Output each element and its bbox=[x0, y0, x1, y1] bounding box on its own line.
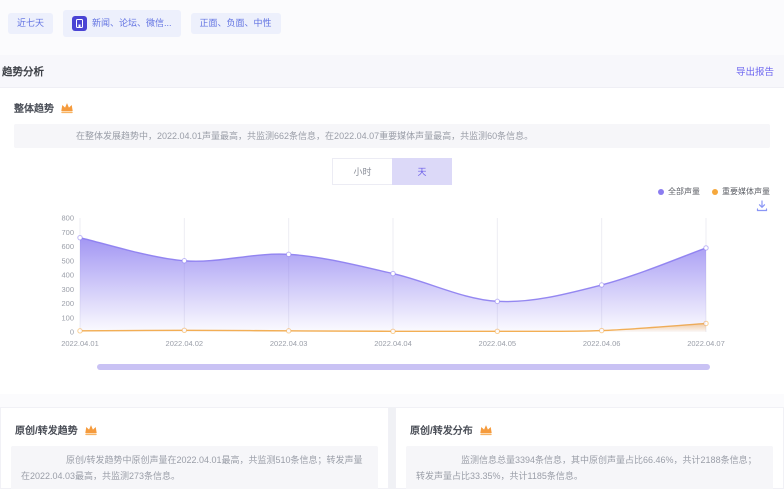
card-original-repost-distribution: 原创/转发分布 监测信息总量3394条信息，其中原创声量占比66.46%，共计2… bbox=[395, 407, 784, 489]
overall-trend-title-row: 整体趋势 bbox=[14, 100, 74, 115]
filter-sentiments-label: 正面、负面、中性 bbox=[200, 19, 272, 28]
filter-sources[interactable]: 新闻、论坛、微信... bbox=[63, 10, 181, 37]
filter-time-range[interactable]: 近七天 bbox=[8, 13, 53, 34]
legend-dot-total bbox=[658, 189, 664, 195]
overall-trend-title: 整体趋势 bbox=[14, 100, 54, 115]
svg-text:600: 600 bbox=[61, 242, 74, 251]
svg-text:2022.04.02: 2022.04.02 bbox=[166, 339, 204, 348]
legend-label-total: 全部声量 bbox=[668, 186, 700, 197]
svg-text:200: 200 bbox=[61, 299, 74, 308]
crown-icon bbox=[60, 101, 74, 114]
trend-area-chart[interactable]: 0 100 200 300 400 500 600 700 800 2022.04.01 2022.… bbox=[58, 208, 780, 358]
crown-icon bbox=[479, 423, 493, 436]
filter-sentiments[interactable]: 正面、负面、中性 bbox=[191, 13, 281, 34]
crown-icon bbox=[84, 423, 98, 436]
card1-title-row: 原创/转发趋势 bbox=[15, 422, 98, 437]
bottom-cards-row: 原创/转发趋势 原创/转发趋势中原创声量在2022.04.01最高，共监测510… bbox=[0, 407, 784, 489]
legend-label-important: 重要媒体声量 bbox=[722, 186, 770, 197]
card2-summary: 监测信息总量3394条信息，其中原创声量占比66.46%，共计2188条信息；转… bbox=[406, 446, 773, 489]
export-report-link[interactable]: 导出报告 bbox=[736, 64, 774, 78]
svg-text:800: 800 bbox=[61, 214, 74, 223]
svg-text:2022.04.01: 2022.04.01 bbox=[61, 339, 99, 348]
svg-text:2022.04.03: 2022.04.03 bbox=[270, 339, 308, 348]
card-original-repost-trend: 原创/转发趋势 原创/转发趋势中原创声量在2022.04.01最高，共监测510… bbox=[0, 407, 389, 489]
svg-text:500: 500 bbox=[61, 256, 74, 265]
legend-dot-important bbox=[712, 189, 718, 195]
svg-text:100: 100 bbox=[61, 313, 74, 322]
filter-time-range-label: 近七天 bbox=[17, 19, 44, 28]
svg-text:2022.04.05: 2022.04.05 bbox=[479, 339, 517, 348]
filter-sources-label: 新闻、论坛、微信... bbox=[92, 19, 172, 28]
svg-text:2022.04.06: 2022.04.06 bbox=[583, 339, 621, 348]
filter-bar: 近七天 新闻、论坛、微信... 正面、负面、中性 bbox=[8, 10, 281, 37]
chart-legend: 全部声量 重要媒体声量 bbox=[658, 186, 770, 197]
legend-item-total[interactable]: 全部声量 bbox=[658, 186, 700, 197]
granularity-hour-button[interactable]: 小时 bbox=[332, 158, 392, 185]
chart-datazoom-scrollbar[interactable] bbox=[97, 364, 710, 370]
svg-text:700: 700 bbox=[61, 228, 74, 237]
page-title: 趋势分析 bbox=[2, 64, 44, 79]
svg-text:400: 400 bbox=[61, 271, 74, 280]
granularity-day-button[interactable]: 天 bbox=[392, 158, 452, 185]
svg-text:2022.04.07: 2022.04.07 bbox=[687, 339, 725, 348]
card1-title: 原创/转发趋势 bbox=[15, 422, 78, 437]
overall-trend-panel: 整体趋势 在整体发展趋势中，2022.04.01声量最高，共监测662条信息，在… bbox=[0, 88, 784, 394]
source-icon bbox=[72, 16, 87, 31]
svg-text:0: 0 bbox=[70, 328, 74, 337]
granularity-toggle: 小时 天 bbox=[332, 158, 452, 185]
section-header: 趋势分析 导出报告 bbox=[0, 55, 784, 88]
svg-text:2022.04.04: 2022.04.04 bbox=[374, 339, 412, 348]
card2-title: 原创/转发分布 bbox=[410, 422, 473, 437]
legend-item-important[interactable]: 重要媒体声量 bbox=[712, 186, 770, 197]
svg-text:300: 300 bbox=[61, 285, 74, 294]
card1-summary: 原创/转发趋势中原创声量在2022.04.01最高，共监测510条信息；转发声量… bbox=[11, 446, 378, 489]
card2-title-row: 原创/转发分布 bbox=[410, 422, 493, 437]
overall-summary: 在整体发展趋势中，2022.04.01声量最高，共监测662条信息，在2022.… bbox=[14, 124, 770, 148]
